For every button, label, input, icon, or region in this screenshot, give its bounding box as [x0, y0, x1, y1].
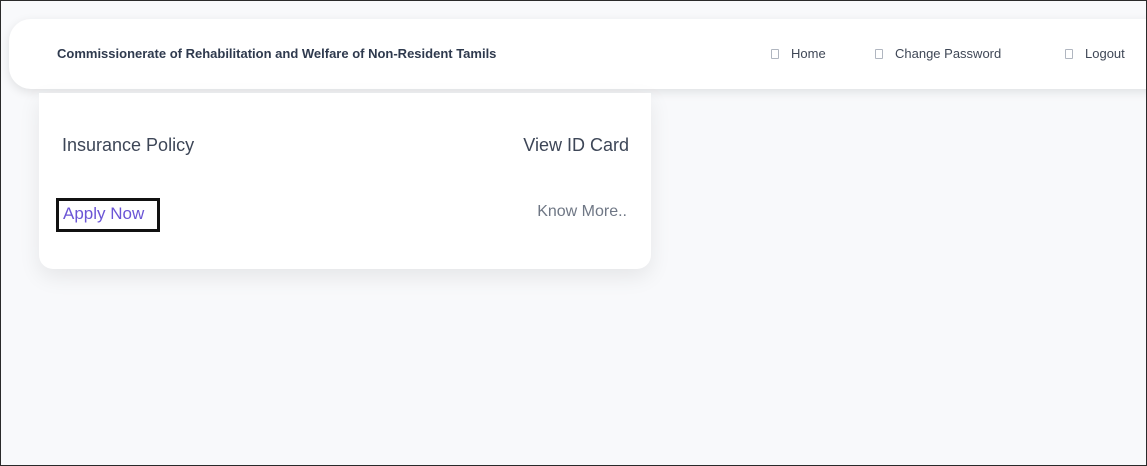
apply-now-link[interactable]: Apply Now [63, 204, 144, 224]
logout-icon [1065, 48, 1073, 59]
key-icon [875, 48, 883, 59]
top-navbar: Commissionerate of Rehabilitation and We… [9, 19, 1146, 89]
nav-change-password-link[interactable]: Change Password [875, 46, 1001, 61]
nav-logout-link[interactable]: Logout [1065, 46, 1125, 61]
apply-now-highlight-box: Apply Now [56, 198, 160, 232]
nav-logout-label: Logout [1085, 46, 1125, 61]
view-id-card-link[interactable]: View ID Card [523, 135, 629, 156]
know-more-link[interactable]: Know More.. [537, 203, 627, 221]
page-frame: Commissionerate of Rehabilitation and We… [0, 0, 1147, 466]
nav-home-link[interactable]: Home [771, 46, 826, 61]
home-icon [771, 48, 779, 59]
nav-change-password-label: Change Password [895, 46, 1002, 61]
nav-home-label: Home [791, 46, 826, 61]
insurance-policy-card: Insurance Policy View ID Card Apply Now … [39, 93, 651, 269]
site-title: Commissionerate of Rehabilitation and We… [57, 46, 497, 61]
insurance-policy-title: Insurance Policy [62, 135, 195, 155]
